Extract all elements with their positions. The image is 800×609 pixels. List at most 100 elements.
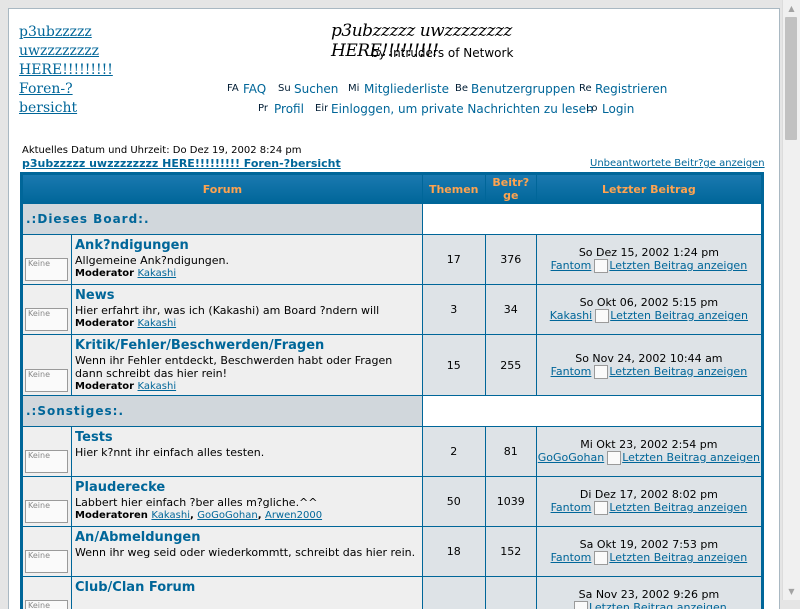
forum-topics-count: 17: [422, 235, 485, 284]
folder-icon: Keine: [25, 258, 68, 281]
view-latest-post-link[interactable]: Letzten Beitrag anzeigen: [609, 259, 747, 272]
nav-faq-link[interactable]: FA FAQ: [227, 82, 266, 96]
category-link[interactable]: .:Sonstiges:.: [24, 404, 124, 418]
nav-login-label: Login: [602, 102, 635, 116]
scrollbar-thumb[interactable]: [785, 17, 797, 140]
moderator-link[interactable]: GoGoGohan: [197, 510, 257, 521]
forum-table: Forum Themen Beitr?ge Letzter Beitrag .:…: [22, 174, 762, 609]
folder-icon: Keine: [25, 450, 68, 473]
last-post-author-link[interactable]: Fantom: [551, 259, 592, 272]
forum-row: Keine Ank?ndigungen Allgemeine Ank?ndigung…: [23, 235, 761, 284]
moderator-link[interactable]: Kakashi: [138, 268, 177, 279]
last-post-author-link[interactable]: Fantom: [551, 365, 592, 378]
moderator-label: Moderator: [75, 268, 135, 279]
moderator-link[interactable]: Kakashi: [151, 510, 190, 521]
nav-messages-label: Einloggen, um private Nachrichten zu les…: [331, 102, 594, 116]
view-latest-post-link[interactable]: Letzten Beitrag anzeigen: [610, 309, 748, 322]
forum-page: p3ubzzzzz uwzzzzzzzz HERE!!!!!!!!! Foren…: [8, 8, 780, 609]
forum-description: Hier erfahrt ihr, was ich (Kakashi) am B…: [75, 304, 380, 317]
category-row: .:Sonstiges:.: [23, 396, 761, 426]
moderator-link[interactable]: Kakashi: [138, 381, 177, 392]
view-latest-post-link[interactable]: Letzten Beitrag anzeigen: [609, 365, 747, 378]
last-post-date: Mi Okt 23, 2002 2:54 pm: [580, 438, 718, 451]
forum-posts-count: 34: [485, 285, 536, 334]
forum-last-post: Sa Nov 23, 2002 9:26 pm Letzten Beitrag a…: [536, 577, 761, 609]
nav-groups-link[interactable]: Be Benutzergruppen: [455, 82, 575, 96]
forum-table-container: Forum Themen Beitr?ge Letzter Beitrag .:…: [20, 172, 764, 609]
vertical-scrollbar[interactable]: ▲ ▼: [782, 0, 800, 600]
forum-link[interactable]: Plauderecke: [75, 480, 419, 496]
category-link[interactable]: .:Dieses Board:.: [24, 212, 150, 226]
folder-icon: Keine: [25, 500, 68, 523]
forum-icon-cell: Keine: [23, 527, 71, 576]
forum-last-post: Mi Okt 23, 2002 2:54 pm GoGoGohan Letzten …: [536, 427, 761, 476]
forum-link[interactable]: Kritik/Fehler/Beschwerden/Fragen: [75, 338, 419, 354]
nav-search-label: Suchen: [294, 82, 339, 96]
search-icon: Su: [278, 83, 291, 94]
nav-search-link[interactable]: Su Suchen: [278, 82, 338, 96]
forum-posts-count: 255: [485, 335, 536, 395]
moderator-link[interactable]: Kakashi: [138, 318, 177, 329]
forum-info-cell: Tests Hier k?nnt ihr einfach alles testen…: [72, 427, 422, 476]
forum-row: Keine An/Abmeldungen Wenn ihr weg seid ode…: [23, 527, 761, 576]
last-post-date: Sa Okt 19, 2002 7:53 pm: [579, 538, 719, 551]
nav-login-link[interactable]: Lo Login: [586, 102, 634, 116]
header-last-post: Letzter Beitrag: [536, 175, 761, 203]
forum-link[interactable]: Ank?ndigungen: [75, 238, 419, 254]
view-latest-post-icon[interactable]: [594, 501, 609, 515]
forum-description: Hier k?nnt ihr einfach alles testen.: [75, 446, 265, 459]
forum-description: Wenn ihr weg seid oder wiederkommtt, sch…: [75, 546, 416, 559]
messages-icon: Ein: [315, 103, 328, 114]
forum-posts-count: 376: [485, 235, 536, 284]
forum-last-post: Di Dez 17, 2002 8:02 pm Fantom Letzten Bei…: [536, 477, 761, 526]
nav-register-link[interactable]: Re Registrieren: [579, 82, 667, 96]
last-post-author-link[interactable]: Fantom: [551, 501, 592, 514]
last-post-date: So Dez 15, 2002 1:24 pm: [578, 246, 719, 259]
forum-info-cell: Plauderecke Labbert hier einfach ?ber all…: [72, 477, 422, 526]
nav-members-link[interactable]: Mi Mitgliederliste: [348, 82, 449, 96]
nav-profile-link[interactable]: Pr Profil: [258, 102, 304, 116]
category-spacer: [422, 396, 761, 426]
scroll-up-arrow-icon[interactable]: ▲: [783, 0, 800, 17]
forum-moderators: Moderator Kakashi: [75, 267, 419, 280]
view-latest-post-icon[interactable]: [594, 259, 609, 273]
nav-faq-label: FAQ: [243, 82, 267, 96]
forum-logo-link[interactable]: p3ubzzzzz uwzzzzzzzz HERE!!!!!!!!! Foren…: [19, 23, 129, 118]
forum-table-body: .:Dieses Board:. Keine Ank?ndigungen Allgem…: [23, 204, 761, 609]
forum-row: Keine News Hier erfahrt ihr, was ich (Kaka…: [23, 285, 761, 334]
forum-icon-cell: Keine: [23, 427, 71, 476]
forum-link[interactable]: Club/Clan Forum: [75, 580, 419, 596]
view-latest-post-icon[interactable]: [594, 551, 609, 565]
folder-icon: Keine: [25, 308, 68, 331]
forum-description: Allgemeine Ank?ndigungen.: [75, 254, 230, 267]
forum-info-cell: News Hier erfahrt ihr, was ich (Kakashi) …: [72, 285, 422, 334]
forum-moderators: Moderator Kakashi: [75, 317, 419, 330]
forum-info-cell: An/Abmeldungen Wenn ihr weg seid oder wie…: [72, 527, 422, 576]
view-latest-post-icon[interactable]: [594, 364, 609, 379]
last-post-date: Di Dez 17, 2002 8:02 pm: [579, 488, 718, 501]
view-latest-post-icon[interactable]: [595, 309, 610, 323]
forum-last-post: So Nov 24, 2002 10:44 am Fantom Letzten Be…: [536, 335, 761, 395]
view-latest-post-icon[interactable]: [607, 451, 622, 465]
last-post-author-link[interactable]: Kakashi: [550, 309, 592, 322]
forum-link[interactable]: An/Abmeldungen: [75, 530, 419, 546]
unanswered-posts-link[interactable]: Unbeantwortete Beitr?ge anzeigen: [590, 158, 765, 169]
view-latest-post-link[interactable]: Letzten Beitrag anzeigen: [622, 451, 760, 464]
forum-link[interactable]: Tests: [75, 430, 419, 446]
view-latest-post-link[interactable]: Letzten Beitrag anzeigen: [609, 501, 747, 514]
forum-link[interactable]: News: [75, 288, 419, 304]
view-latest-post-link[interactable]: Letzten Beitrag anzeigen: [589, 601, 727, 609]
forum-topics-count: 2: [422, 427, 485, 476]
last-post-author-link[interactable]: GoGoGohan: [538, 451, 604, 464]
nav-messages-link[interactable]: EinEinloggen, um private Nachrichten zu …: [315, 102, 594, 116]
view-latest-post-icon[interactable]: [573, 601, 588, 609]
last-post-author-link[interactable]: Fantom: [551, 551, 592, 564]
view-latest-post-link[interactable]: Letzten Beitrag anzeigen: [609, 551, 747, 564]
forum-moderators: Moderator Kakashi: [75, 380, 419, 393]
forum-posts-count: 152: [485, 527, 536, 576]
scroll-down-arrow-icon[interactable]: ▼: [783, 583, 800, 600]
breadcrumb[interactable]: p3ubzzzzz uwzzzzzzzz HERE!!!!!!!!! Foren…: [22, 157, 341, 170]
forum-last-post: So Okt 06, 2002 5:15 pm Kakashi Letzten Be…: [536, 285, 761, 334]
moderator-link[interactable]: Arwen2000: [265, 510, 322, 521]
forum-icon-cell: Keine: [23, 285, 71, 334]
